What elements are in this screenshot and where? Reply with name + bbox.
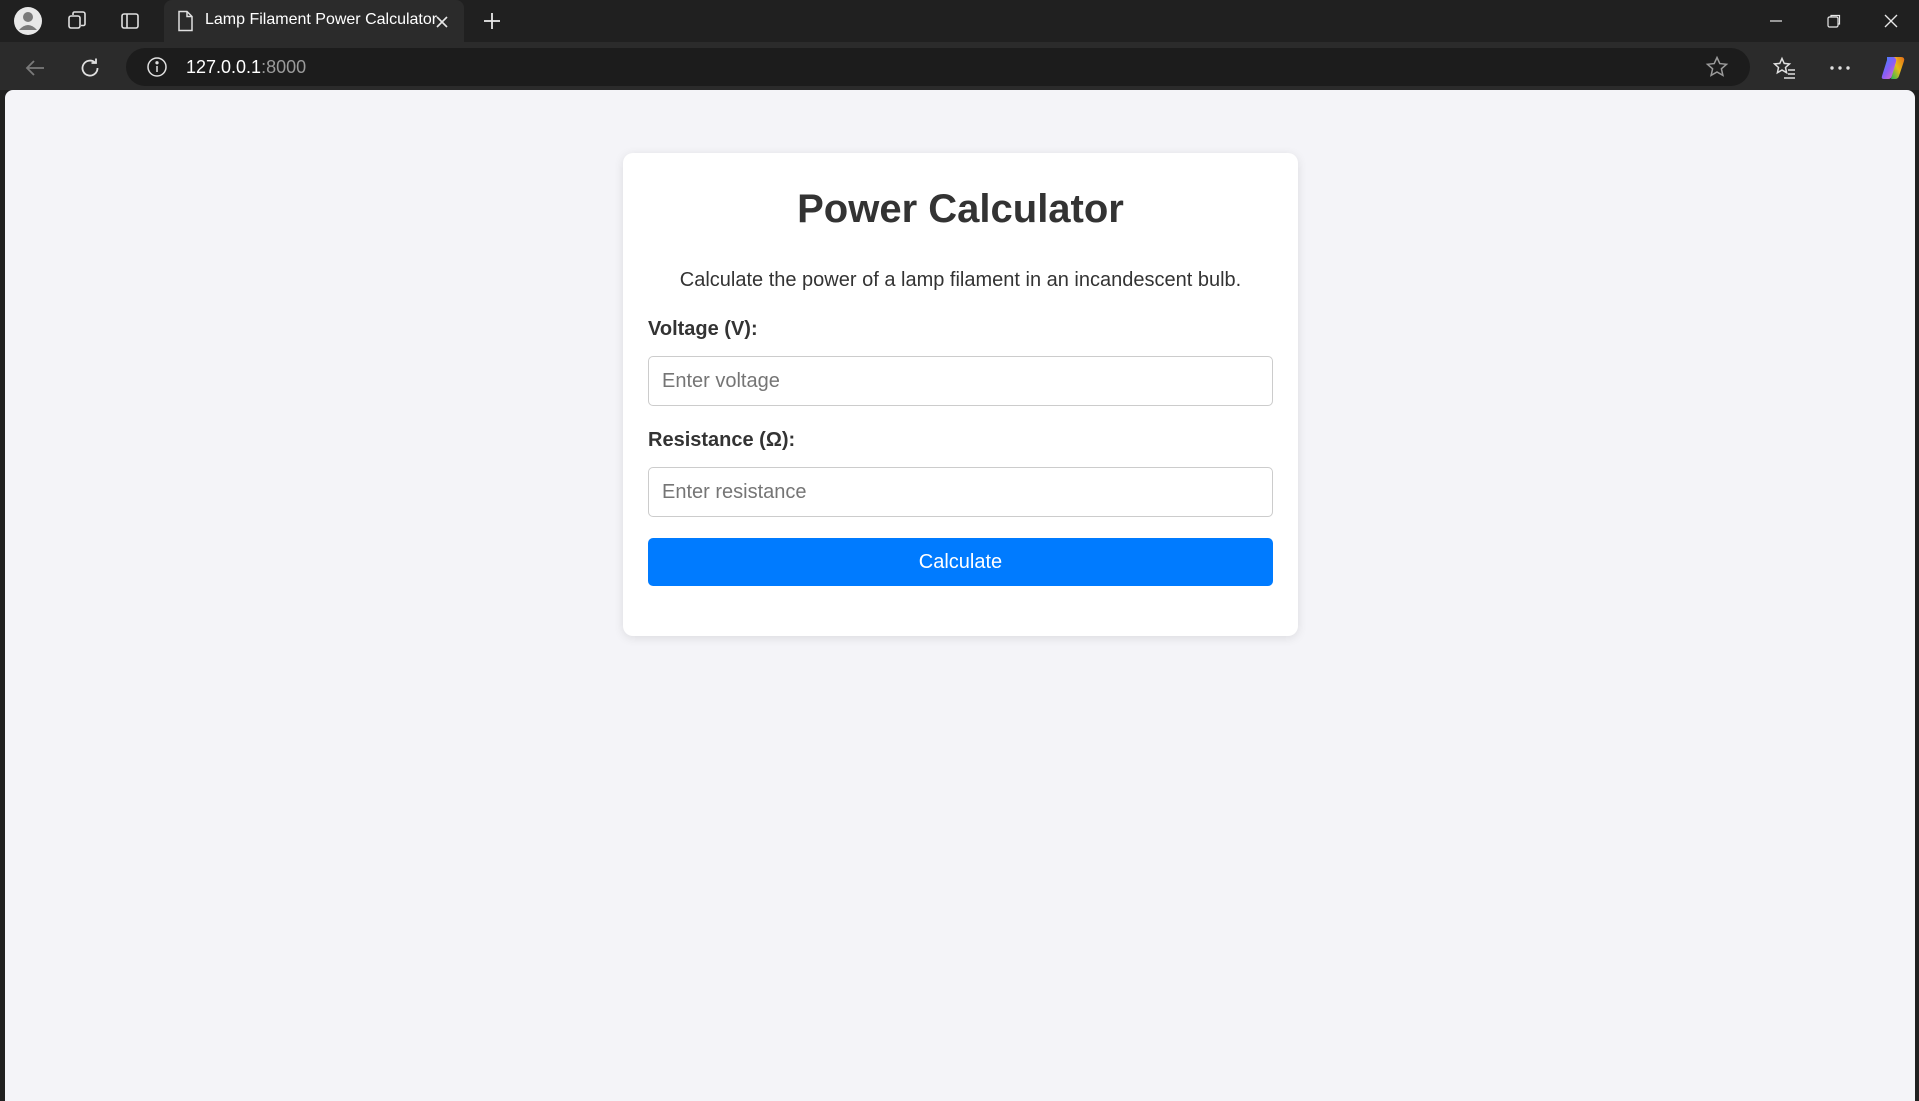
page-description: Calculate the power of a lamp filament i…: [679, 269, 1242, 291]
profile-avatar-icon[interactable]: [13, 6, 43, 36]
resistance-label: Resistance (Ω):: [648, 429, 796, 451]
voltage-input[interactable]: [648, 356, 1273, 406]
browser-titlebar: Lamp Filament Power Calculator: [0, 0, 1919, 42]
close-window-icon[interactable]: [1863, 0, 1919, 42]
url-text: 127.0.0.1:8000: [186, 57, 306, 78]
url-port: :8000: [261, 57, 307, 77]
browser-toolbar: 127.0.0.1:8000: [0, 42, 1919, 90]
copilot-icon[interactable]: [1875, 50, 1911, 86]
close-tab-icon[interactable]: [432, 12, 452, 32]
page-title: Power Calculator: [797, 187, 1124, 231]
document-icon: [176, 10, 194, 37]
refresh-icon[interactable]: [72, 50, 108, 86]
minimize-icon[interactable]: [1748, 0, 1804, 42]
restore-icon[interactable]: [1806, 0, 1862, 42]
site-info-icon[interactable]: [146, 56, 168, 83]
favorites-icon[interactable]: [1767, 50, 1803, 86]
calculator-card: Power Calculator Calculate the power of …: [623, 153, 1298, 636]
url-host: 127.0.0.1: [186, 57, 262, 77]
calculate-button[interactable]: Calculate: [648, 538, 1273, 586]
active-tab[interactable]: Lamp Filament Power Calculator: [164, 0, 464, 42]
tab-title: Lamp Filament Power Calculator: [205, 11, 438, 28]
tab-actions-icon[interactable]: [115, 6, 145, 36]
favorite-star-icon[interactable]: [1705, 55, 1729, 84]
new-tab-icon[interactable]: [477, 6, 507, 36]
more-options-icon[interactable]: [1822, 50, 1858, 86]
resistance-input[interactable]: [648, 467, 1273, 517]
voltage-label: Voltage (V):: [648, 318, 758, 340]
workspaces-icon[interactable]: [62, 6, 92, 36]
page-viewport: Power Calculator Calculate the power of …: [5, 90, 1915, 1101]
back-arrow-icon[interactable]: [17, 50, 53, 86]
address-bar[interactable]: 127.0.0.1:8000: [126, 48, 1750, 86]
